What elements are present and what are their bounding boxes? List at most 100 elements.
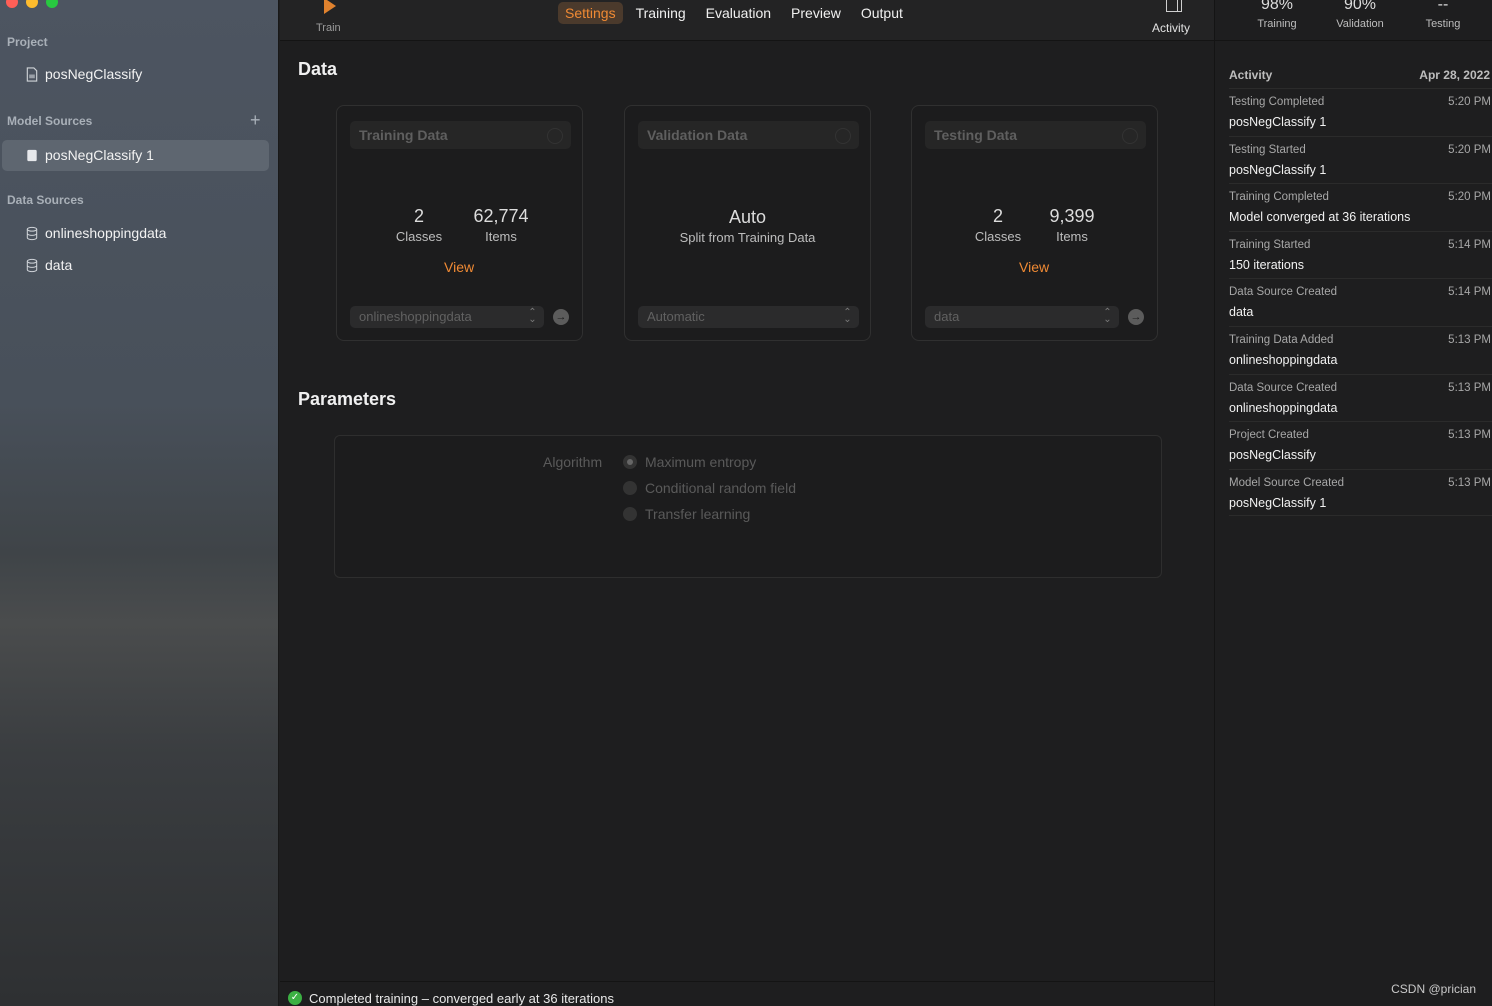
training-source-popup[interactable]: onlineshoppingdata	[350, 306, 544, 328]
sidebar-item-model[interactable]: posNegClassify 1	[25, 147, 154, 163]
main-content: Data Training Data 2 Classes 62,774 Item…	[280, 41, 1214, 981]
testing-classes-stat: 2 Classes	[968, 206, 1028, 244]
list-item[interactable]: Model Source Created 5:13 PM posNegClass…	[1229, 468, 1492, 517]
testing-items-label: Items	[1056, 229, 1088, 244]
toolbar: Train Settings Training Evaluation Previ…	[280, 0, 1214, 41]
activity-time: 5:20 PM	[1448, 191, 1491, 204]
activity-subject: onlineshoppingdata	[1229, 352, 1338, 367]
train-button[interactable]: Train	[316, 22, 341, 34]
watermark: CSDN @prician	[1391, 982, 1476, 996]
model-sources-header: Model Sources	[7, 114, 93, 128]
activity-title: Data Source Created	[1229, 381, 1338, 394]
zoom-window-button[interactable]	[46, 0, 58, 8]
training-classes-value: 2	[413, 206, 424, 226]
validation-value: Auto	[728, 207, 767, 227]
add-model-source-icon[interactable]: +	[250, 110, 261, 131]
sidebar-item-data[interactable]: data	[25, 257, 72, 273]
tab-preview[interactable]: Preview	[784, 2, 848, 24]
validation-data-card: Validation Data Auto Split from Training…	[624, 105, 871, 341]
activity-title: Data Source Created	[1229, 286, 1338, 299]
document-icon	[26, 66, 38, 82]
tab-training[interactable]: Training	[629, 2, 693, 24]
parameters-panel: Algorithm Maximum entropy Conditional ra…	[334, 435, 1162, 578]
play-icon[interactable]	[324, 0, 336, 14]
radio-unselected-icon	[623, 481, 637, 495]
sidebar-toggle-icon[interactable]	[1166, 0, 1182, 12]
list-item[interactable]: Testing Started 5:20 PM posNegClassify 1	[1229, 135, 1492, 184]
checkmark-icon: ✓	[288, 991, 302, 1005]
validation-metric: 90% Validation	[1320, 0, 1400, 30]
training-classes-label: Classes	[395, 229, 443, 244]
training-data-title: Training Data	[350, 121, 571, 149]
status-bar: ✓ Completed training – converged early a…	[280, 981, 1214, 1006]
sidebar-item-label: posNegClassify 1	[45, 147, 154, 163]
validation-stat: Auto Split from Training Data	[625, 207, 870, 245]
testing-view-link[interactable]: View	[1019, 259, 1049, 275]
activity-time: 5:20 PM	[1448, 96, 1491, 108]
activity-date: Apr 28, 2022	[1419, 68, 1490, 82]
testing-data-card: Testing Data 2 Classes 9,399 Items View …	[911, 105, 1158, 341]
metric-value: 98%	[1260, 0, 1294, 13]
activity-time: 5:13 PM	[1448, 381, 1491, 394]
parameters-heading: Parameters	[298, 389, 397, 409]
activity-time: 5:14 PM	[1448, 238, 1491, 251]
radio-unselected-icon	[623, 507, 637, 521]
tab-output[interactable]: Output	[854, 2, 910, 24]
activity-time: 5:20 PM	[1448, 143, 1491, 156]
validation-data-title: Validation Data	[638, 121, 859, 149]
validation-source-popup[interactable]: Automatic	[638, 306, 859, 328]
training-metric: 98% Training	[1237, 0, 1317, 30]
list-item[interactable]: Data Source Created 5:14 PM data	[1229, 278, 1492, 326]
activity-subject: onlineshoppingdata	[1229, 400, 1338, 415]
training-items-label: Items	[485, 229, 517, 244]
activity-time: 5:14 PM	[1448, 286, 1491, 299]
list-item[interactable]: Project Created 5:13 PM posNegClassify	[1229, 421, 1492, 469]
training-items-value: 62,774	[473, 206, 529, 226]
radio-label: Maximum entropy	[645, 454, 757, 470]
data-sources-header: Data Sources	[7, 193, 84, 207]
list-item[interactable]: Training Completed 5:20 PM Model converg…	[1229, 183, 1492, 231]
activity-button[interactable]: Activity	[1152, 21, 1190, 35]
radio-transfer-learning[interactable]: Transfer learning	[623, 506, 750, 522]
activity-subject: posNegClassify 1	[1229, 495, 1327, 510]
activity-title: Training Started	[1229, 238, 1311, 251]
go-to-source-icon[interactable]: →	[1128, 309, 1144, 325]
radio-selected-icon	[623, 455, 637, 469]
sidebar: Project posNegClassify Model Sources + p…	[0, 0, 279, 1006]
activity-time: 5:13 PM	[1448, 476, 1491, 489]
list-item[interactable]: Testing Completed 5:20 PM posNegClassify…	[1229, 88, 1492, 136]
activity-title: Testing Completed	[1229, 96, 1325, 108]
testing-classes-label: Classes	[974, 229, 1022, 244]
training-data-card: Training Data 2 Classes 62,774 Items Vie…	[336, 105, 583, 341]
metric-value: --	[1437, 0, 1449, 13]
testing-classes-value: 2	[992, 206, 1003, 226]
testing-metric: -- Testing	[1403, 0, 1483, 30]
sidebar-item-onlineshoppingdata[interactable]: onlineshoppingdata	[25, 225, 166, 241]
testing-source-popup[interactable]: data	[925, 306, 1119, 328]
activity-header: Activity	[1229, 68, 1273, 82]
tab-bar: Settings Training Evaluation Preview Out…	[558, 2, 910, 24]
list-item[interactable]: Training Started 5:14 PM 150 iterations	[1229, 230, 1492, 279]
activity-title: Training Completed	[1229, 191, 1329, 204]
list-item[interactable]: Training Data Added 5:13 PM onlineshoppi…	[1229, 325, 1492, 374]
radio-conditional-random-field[interactable]: Conditional random field	[623, 480, 796, 496]
activity-time: 5:13 PM	[1448, 333, 1491, 346]
metric-label: Validation	[1336, 18, 1384, 30]
list-item[interactable]: Data Source Created 5:13 PM onlineshoppi…	[1229, 373, 1492, 422]
sidebar-item-label: posNegClassify	[45, 66, 143, 82]
sidebar-item-project[interactable]: posNegClassify	[25, 66, 142, 82]
activity-subject: 150 iterations	[1229, 257, 1305, 272]
training-view-link[interactable]: View	[444, 259, 474, 275]
status-text: Completed training – converged early at …	[309, 991, 614, 1006]
activity-subject: Model converged at 36 iterations	[1229, 210, 1411, 225]
close-window-button[interactable]	[6, 0, 18, 8]
window-controls	[6, 0, 58, 8]
radio-maximum-entropy[interactable]: Maximum entropy	[623, 454, 756, 470]
activity-panel: 98% Training 90% Validation -- Testing A…	[1214, 0, 1492, 1006]
tab-evaluation[interactable]: Evaluation	[699, 2, 778, 24]
project-section-header: Project	[7, 35, 48, 49]
go-to-source-icon[interactable]: →	[553, 309, 569, 325]
activity-title: Testing Started	[1229, 143, 1306, 156]
minimize-window-button[interactable]	[26, 0, 38, 8]
tab-settings[interactable]: Settings	[558, 2, 623, 24]
